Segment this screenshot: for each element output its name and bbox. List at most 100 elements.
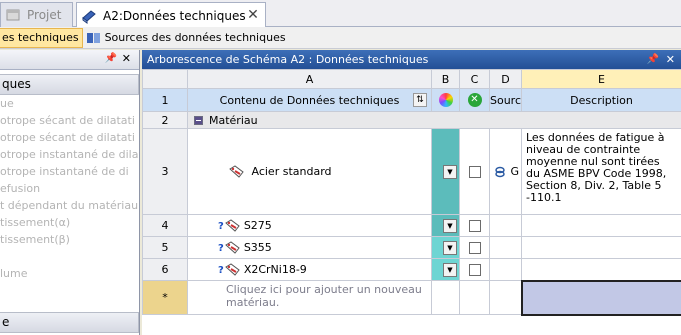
material-name-cell[interactable]: Acier standard xyxy=(187,128,432,215)
tab-projet[interactable]: Projet xyxy=(0,2,73,27)
outline-panel: Arborescence de Schéma A2 : Données tech… xyxy=(142,50,681,335)
color-cell[interactable]: ▼ xyxy=(431,236,460,259)
engineering-data-sources-label: Sources des données techniques xyxy=(104,31,286,44)
corner-cell xyxy=(142,69,188,89)
description-cell[interactable] xyxy=(521,214,681,237)
empty-cell[interactable] xyxy=(431,280,460,315)
column-header-e[interactable]: E xyxy=(521,69,681,89)
material-name: X2CrNi18-9 xyxy=(243,262,307,276)
books-icon xyxy=(81,8,97,24)
selected-description-cell[interactable] xyxy=(520,279,681,316)
toolbox-item[interactable]: tissement(β) xyxy=(0,231,139,248)
panel-title: Arborescence de Schéma A2 : Données tech… xyxy=(147,53,429,66)
engineering-data-button[interactable]: es techniques xyxy=(0,27,83,48)
group-label: Matériau xyxy=(209,113,258,127)
toolbox-item[interactable]: otrope instantané de di xyxy=(0,163,139,180)
tab-a2-donnees-techniques[interactable]: A2:Données techniques ✕ xyxy=(76,2,266,28)
group-row-materiau[interactable]: Matériau xyxy=(187,111,681,129)
source-value: G xyxy=(510,165,520,178)
close-icon[interactable]: ✕ xyxy=(666,50,675,69)
suppress-cell[interactable] xyxy=(459,258,490,281)
link-icon xyxy=(493,166,507,178)
toolbox-item[interactable]: ue xyxy=(0,95,139,112)
suppress-checkbox[interactable] xyxy=(468,241,481,254)
dropdown-arrow-icon[interactable]: ▼ xyxy=(443,262,457,277)
row-number: 4 xyxy=(142,214,188,237)
empty-cell[interactable] xyxy=(489,280,522,315)
dropdown-arrow-icon[interactable]: ▼ xyxy=(443,218,457,233)
sources-icon xyxy=(86,31,102,45)
source-cell[interactable] xyxy=(489,258,522,281)
toolbox-item[interactable]: lume xyxy=(0,265,139,282)
sort-icon[interactable]: ⇅ xyxy=(413,93,427,107)
collapse-icon[interactable] xyxy=(194,116,203,125)
suppress-checkbox[interactable] xyxy=(468,263,481,276)
source-cell[interactable] xyxy=(489,214,522,237)
toolbox-item[interactable]: otrope sécant de dilatati xyxy=(0,129,139,146)
toolbox-item[interactable] xyxy=(0,248,139,265)
row-number: 5 xyxy=(142,236,188,259)
material-name: S355 xyxy=(243,240,272,254)
table-row: 4 ? S275 ▼ xyxy=(142,214,681,237)
toolbox-category[interactable]: ques xyxy=(0,74,139,95)
toolbox-panel: 📌 ✕ ques ue otrope sécant de dilatati ot… xyxy=(0,50,140,335)
color-cell[interactable]: ▼ xyxy=(431,214,460,237)
toolbox-category[interactable]: e xyxy=(0,312,139,333)
material-name: Acier standard xyxy=(251,164,332,178)
dropdown-arrow-icon[interactable]: ▼ xyxy=(443,164,457,179)
suppress-cell[interactable] xyxy=(459,128,490,215)
suppress-cell[interactable] xyxy=(459,236,490,259)
description-cell[interactable] xyxy=(521,236,681,259)
suppress-cell[interactable] xyxy=(459,214,490,237)
row-number: 1 xyxy=(142,88,188,112)
source-cell[interactable]: G xyxy=(489,128,522,215)
material-tag-icon xyxy=(228,164,245,179)
toolbox-item[interactable]: otrope instantané de dila xyxy=(0,146,139,163)
project-icon xyxy=(5,7,21,23)
close-icon[interactable]: ✕ xyxy=(122,52,131,65)
toolbox-item[interactable]: tissement(α) xyxy=(0,214,139,231)
source-cell[interactable] xyxy=(489,236,522,259)
toolbox-item[interactable]: efusion xyxy=(0,180,139,197)
column-header-b[interactable]: B xyxy=(431,69,460,89)
source-header[interactable]: Source xyxy=(489,88,522,112)
toolbox-item[interactable]: t dépendant du matériau xyxy=(0,197,139,214)
material-name-cell[interactable]: ? S355 xyxy=(187,236,432,259)
empty-cell[interactable] xyxy=(459,280,490,315)
description-cell[interactable] xyxy=(521,258,681,281)
description-header[interactable]: Description xyxy=(521,88,681,112)
suppress-icon: ✕ xyxy=(467,93,482,107)
material-name-cell[interactable]: ? X2CrNi18-9 xyxy=(187,258,432,281)
contents-header[interactable]: Contenu de Données techniques ⇅ xyxy=(187,88,432,112)
description-cell[interactable]: Les données de fatigue à niveau de contr… xyxy=(521,128,681,215)
column-header-d[interactable]: D xyxy=(489,69,522,89)
toolbox-header: 📌 ✕ xyxy=(0,50,139,70)
material-name-cell[interactable]: ? S275 xyxy=(187,214,432,237)
suppress-checkbox[interactable] xyxy=(468,219,481,232)
color-cell[interactable]: ▼ xyxy=(431,258,460,281)
new-row-marker: * xyxy=(142,280,188,315)
pin-icon[interactable]: 📌 xyxy=(647,50,659,69)
new-material-row: * Cliquez ici pour ajouter un nouveau ma… xyxy=(142,279,681,316)
toolbox-item[interactable]: otrope sécant de dilatati xyxy=(0,112,139,129)
row-number: 2 xyxy=(142,111,188,129)
material-tag-icon xyxy=(224,218,241,233)
color-header[interactable] xyxy=(431,88,460,112)
color-cell[interactable]: ▼ xyxy=(431,128,460,215)
engineering-data-sources-button[interactable]: Sources des données techniques xyxy=(83,28,289,48)
close-tab-icon[interactable]: ✕ xyxy=(246,7,260,23)
pin-icon[interactable]: 📌 xyxy=(105,53,117,64)
table-row: 6 ? X2CrNi18-9 ▼ xyxy=(142,258,681,281)
toolbox-item-list: ue otrope sécant de dilatati otrope séca… xyxy=(0,95,139,282)
dropdown-arrow-icon[interactable]: ▼ xyxy=(443,240,457,255)
row-number: 6 xyxy=(142,258,188,281)
column-letter-row: A B C D E xyxy=(142,69,681,89)
add-material-input[interactable]: Cliquez ici pour ajouter un nouveau maté… xyxy=(187,280,432,315)
document-tab-bar: Projet A2:Données techniques ✕ xyxy=(0,0,681,28)
suppress-header[interactable]: ✕ xyxy=(459,88,490,112)
table-row: 5 ? S355 ▼ xyxy=(142,236,681,259)
suppress-checkbox[interactable] xyxy=(468,165,481,178)
column-header-c[interactable]: C xyxy=(459,69,490,89)
column-header-a[interactable]: A xyxy=(187,69,432,89)
material-tag-icon xyxy=(224,262,241,277)
